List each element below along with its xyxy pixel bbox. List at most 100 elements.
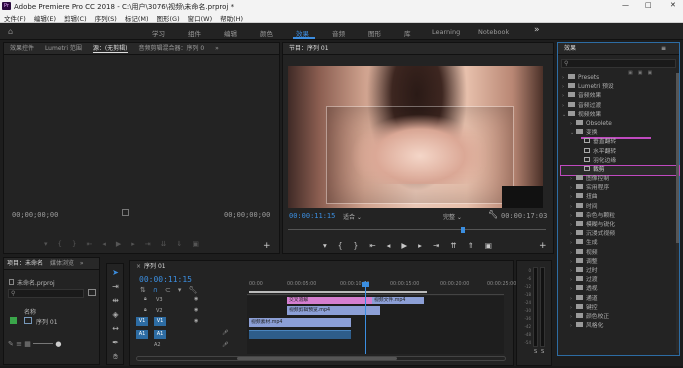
workspace-more-button[interactable]: » — [534, 25, 540, 35]
track-a1-source-patch[interactable]: A1 — [136, 330, 148, 339]
effects-tree-item[interactable]: › Presets — [561, 74, 679, 83]
menu-marker[interactable]: 标记(M) — [125, 15, 149, 23]
track-v3-label[interactable]: V3 — [156, 297, 163, 303]
menu-help[interactable]: 帮助(H) — [220, 15, 243, 23]
tab-source[interactable]: 源：(无剪辑) — [92, 45, 128, 53]
effects-scroll-thumb[interactable] — [676, 73, 679, 243]
workspace-notebook[interactable]: Notebook — [478, 28, 509, 36]
effects-tree-item[interactable]: › 音频过渡 — [561, 101, 679, 111]
effects-title[interactable]: 效果 — [564, 45, 576, 52]
effects-tree-item[interactable]: › 生成 — [561, 239, 679, 248]
workspace-editing[interactable]: 编辑 — [224, 28, 237, 38]
project-column-name[interactable]: 名称 — [24, 307, 36, 316]
timeline-settings-icon[interactable]: 🔧︎ — [188, 286, 204, 294]
pen-tool-icon[interactable]: ✒ — [109, 338, 122, 348]
program-playhead[interactable] — [461, 227, 465, 233]
minimize-button[interactable]: — — [622, 1, 629, 9]
effects-tree-item[interactable]: › 透视 — [561, 285, 679, 294]
clip-v1-video[interactable]: 视频素材.mp4 — [249, 318, 351, 327]
source-step-back-icon[interactable]: ◂ — [102, 240, 116, 248]
snap-icon[interactable]: ∩ — [153, 286, 165, 294]
track-a1-mic-icon[interactable]: 🎤︎ — [222, 330, 228, 336]
source-goto-out-icon[interactable]: ⇥ — [145, 240, 161, 248]
zoom-slider-handle-icon[interactable]: ● — [55, 340, 61, 348]
effects-menu-icon[interactable]: ≡ — [661, 43, 666, 55]
linked-selection-icon[interactable]: ⊂ — [165, 286, 178, 294]
list-view-icon[interactable]: ≡ — [16, 340, 22, 348]
razor-tool-icon[interactable]: ◈ — [109, 310, 122, 320]
pencil-icon[interactable]: ✎ — [8, 340, 14, 348]
program-step-forward-icon[interactable]: ▸ — [418, 241, 433, 250]
source-more-button[interactable]: » — [215, 45, 219, 52]
effects-tree-item[interactable]: › 实用程序 — [561, 184, 679, 193]
effects-tree-item[interactable]: 裁剪 — [560, 164, 680, 177]
tab-media-browser[interactable]: 媒体浏览 — [50, 260, 74, 267]
effects-tree-item[interactable]: › 过渡 — [561, 276, 679, 285]
program-timecode-current[interactable]: 00:00:11:15 — [289, 212, 335, 220]
clip-v3-transition[interactable]: 交叉溶解 — [287, 297, 372, 304]
timeline-tracks-area[interactable]: 交叉溶解 视频文件.mp4 视频剪辑预览.mp4 视频素材.mp4 — [247, 281, 504, 354]
effects-tree-item[interactable]: 水平翻转 — [561, 147, 679, 157]
timeline-timecode[interactable]: 00:00:11:15 — [139, 275, 192, 284]
timeline-playhead-handle[interactable] — [362, 282, 369, 287]
effects-tree-item[interactable]: 垂直翻转 — [561, 138, 679, 147]
track-v3-lock-icon[interactable]: 🔒︎ — [144, 296, 147, 302]
zoom-slider[interactable] — [33, 343, 54, 344]
program-camera-icon[interactable]: ▣ — [485, 241, 503, 250]
track-a1-label[interactable]: A1 — [154, 330, 166, 339]
menu-graphics[interactable]: 图形(G) — [157, 15, 180, 23]
workspace-color[interactable]: 颜色 — [260, 28, 273, 38]
program-goto-out-icon[interactable]: ⇥ — [433, 241, 450, 250]
track-v1-source-patch[interactable]: V1 — [136, 317, 148, 326]
meter-solo-left[interactable]: S — [534, 349, 537, 355]
program-extract-icon[interactable]: ⇑ — [468, 241, 485, 250]
workspace-learn[interactable]: 学习 — [152, 28, 165, 38]
workspace-audio[interactable]: 音频 — [332, 28, 345, 38]
clip-v3-video[interactable]: 视频文件.mp4 — [372, 297, 424, 304]
effects-tree-item[interactable]: ⌄ 视频效果 — [561, 110, 679, 120]
timeline-scroll-thumb[interactable] — [237, 357, 397, 360]
track-v2-eye-icon[interactable]: ◉ — [194, 307, 198, 313]
menu-sequence[interactable]: 序列(S) — [95, 15, 117, 23]
project-more-button[interactable]: » — [80, 260, 84, 267]
tab-audio-clip-mixer[interactable]: 音频剪辑混合器：序列 0 — [138, 45, 204, 52]
program-play-icon[interactable]: ▶ — [401, 241, 418, 250]
project-item-sequence[interactable]: 序列 01 — [36, 317, 58, 326]
source-camera-icon[interactable]: ▣ — [192, 240, 209, 248]
effects-tree-item[interactable]: › Lumetri 预设 — [561, 83, 679, 92]
icon-view-icon[interactable]: ▦ — [24, 340, 31, 348]
effects-tree-item[interactable]: › 图像控制 — [561, 175, 679, 184]
menu-clip[interactable]: 剪辑(C) — [64, 15, 87, 23]
program-scrub-bar[interactable] — [288, 227, 546, 233]
source-marker-icon[interactable]: ▾ — [44, 240, 58, 248]
source-inpoint-icon[interactable]: { — [58, 240, 72, 248]
effects-scrollbar[interactable] — [676, 73, 679, 353]
effects-search-input[interactable]: ⚲ — [561, 59, 676, 68]
timeline-ruler[interactable]: 00:00 00:00:05:00 00:00:10:00 00:00:15:0… — [247, 281, 516, 295]
source-add-button-icon[interactable]: + — [263, 241, 271, 251]
tab-effect-controls[interactable]: 效果控件 — [10, 45, 34, 52]
effects-tree-item[interactable]: › Obsolete — [561, 119, 679, 129]
effects-tree-item[interactable]: 羽化边缘 — [561, 156, 679, 166]
effects-tree-item[interactable]: › 扭曲 — [561, 193, 679, 202]
clip-v2-video[interactable]: 视频剪辑预览.mp4 — [287, 306, 380, 315]
program-goto-in-icon[interactable]: ⇤ — [369, 241, 386, 250]
source-overwrite-icon[interactable]: ⇓ — [177, 240, 193, 248]
track-v3-eye-icon[interactable]: ◉ — [194, 296, 198, 302]
effects-tree-item[interactable]: › 模糊与锐化 — [561, 221, 679, 230]
track-select-tool-icon[interactable]: ⇥ — [109, 282, 122, 292]
tab-program[interactable]: 节目：序列 01 — [289, 45, 329, 52]
hand-tool-icon[interactable]: ✋︎ — [109, 352, 122, 362]
tab-sequence[interactable]: 序列 01 — [144, 263, 166, 270]
effects-tree-item[interactable]: › 时间 — [561, 202, 679, 212]
track-a2-label[interactable]: A2 — [154, 342, 161, 348]
effects-tree-item[interactable]: › 颜色校正 — [561, 312, 679, 322]
ripple-edit-tool-icon[interactable]: ⇹ — [109, 296, 122, 306]
timeline-close-icon[interactable]: × — [136, 263, 141, 270]
source-insert-icon[interactable]: ⇊ — [161, 240, 177, 248]
tab-lumetri-scopes[interactable]: Lumetri 范围 — [45, 45, 82, 52]
effects-tree-item[interactable]: › 杂色与颗粒 — [561, 211, 679, 221]
program-fit-select[interactable]: 适合 ⌄ — [343, 212, 362, 221]
workspace-graphics[interactable]: 图形 — [368, 28, 381, 38]
slip-tool-icon[interactable]: ↔ — [109, 324, 122, 334]
